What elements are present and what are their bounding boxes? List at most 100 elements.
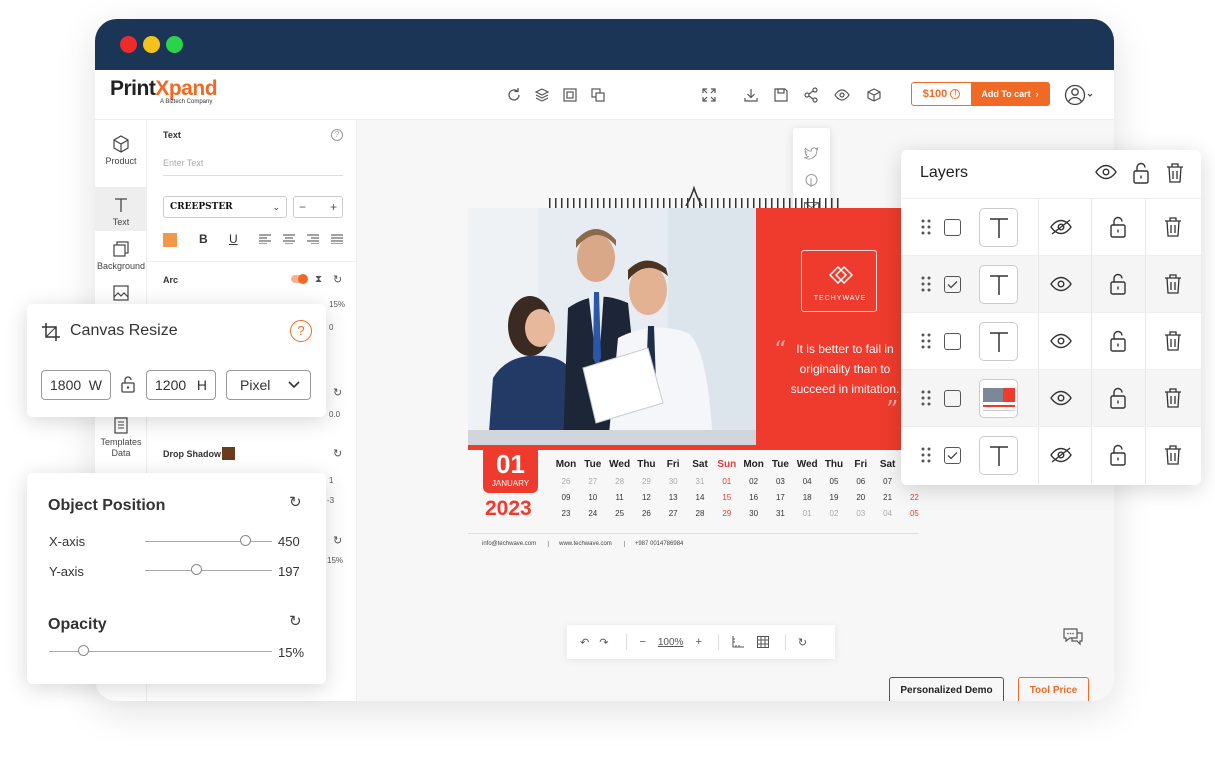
3d-view-icon[interactable] [865,86,883,104]
height-input[interactable]: 1200 H [146,370,216,400]
price-badge[interactable]: $100 ! [912,83,971,105]
eye-icon[interactable] [1050,276,1072,292]
drag-handle-icon[interactable] [921,219,931,235]
share-icon[interactable] [802,86,820,104]
zoom-out-icon[interactable]: − [639,636,645,648]
user-avatar-icon[interactable] [1064,83,1093,107]
trash-icon[interactable] [1164,216,1182,238]
calendar-design[interactable]: TECHYWAVE “ It is better to fail in orig… [468,183,958,563]
shadow-color-swatch[interactable] [222,447,235,460]
add-to-cart-button[interactable]: Add To cart › [971,83,1049,105]
rail-item-text[interactable]: Text [95,187,147,231]
justify-icon[interactable] [331,234,343,244]
rail-item-product[interactable]: Product [95,134,147,166]
unlock-icon[interactable] [1109,444,1127,466]
zoom-level[interactable]: 100% [658,637,684,648]
refresh-icon[interactable] [505,86,523,104]
unlock-icon[interactable] [1109,273,1127,295]
layer-checkbox[interactable] [944,447,961,464]
redo-icon[interactable]: ↷ [599,636,608,649]
minus-icon[interactable]: − [299,200,306,214]
plus-icon[interactable]: + [330,200,337,214]
unlock-all-icon[interactable] [1132,162,1150,184]
reset-icon[interactable]: ↻ [333,386,342,399]
hourglass-icon[interactable]: ⧗ [315,274,322,285]
reset-opacity-icon[interactable]: ↻ [289,612,302,630]
reset-arc-icon[interactable]: ↻ [333,273,342,286]
fullscreen-icon[interactable] [700,86,718,104]
group-icon[interactable] [561,86,579,104]
ungroup-icon[interactable] [589,86,607,104]
reset-position-icon[interactable]: ↻ [289,493,302,511]
trash-icon[interactable] [1164,444,1182,466]
layer-row[interactable] [901,369,1201,427]
reset-opacity-icon[interactable]: ↻ [333,534,342,547]
text-color-swatch[interactable] [163,233,177,247]
chat-support-icon[interactable] [1061,625,1085,647]
rail-item-background[interactable]: Background [95,239,147,271]
align-right-icon[interactable] [307,234,319,244]
rail-item-templates-data[interactable]: Templates Data [95,415,147,459]
align-left-icon[interactable] [259,234,271,244]
trash-all-icon[interactable] [1166,162,1184,184]
close-dot[interactable] [120,36,137,53]
y-axis-slider[interactable] [145,570,272,571]
text-input[interactable]: Enter Text [163,150,343,176]
font-select[interactable]: CREEPSTER ⌄ [163,196,287,218]
preview-eye-icon[interactable] [833,86,851,104]
layers-stack-icon[interactable] [533,86,551,104]
trash-icon[interactable] [1164,330,1182,352]
reset-shadow-icon[interactable]: ↻ [333,447,342,460]
layer-row[interactable] [901,426,1201,484]
minimize-dot[interactable] [143,36,160,53]
unlock-icon[interactable] [1109,387,1127,409]
help-icon[interactable]: ? [290,320,312,342]
aspect-lock-icon[interactable] [120,375,136,393]
undo-icon[interactable]: ↶ [580,636,589,649]
eye-icon[interactable] [1050,333,1072,349]
drag-handle-icon[interactable] [921,447,931,463]
align-center-icon[interactable] [283,234,295,244]
underline-icon[interactable]: U [229,232,238,246]
layer-row[interactable] [901,198,1201,256]
zoom-in-icon[interactable]: + [695,636,701,648]
layer-checkbox[interactable] [944,390,961,407]
tool-price-button[interactable]: Tool Price [1018,677,1089,701]
weekday-header: Sat [879,459,896,470]
maximize-dot[interactable] [166,36,183,53]
twitter-icon[interactable] [804,147,819,160]
font-size-stepper[interactable]: − + [293,196,343,218]
eye-all-icon[interactable] [1095,164,1117,180]
help-icon[interactable]: ? [331,129,343,141]
drag-handle-icon[interactable] [921,390,931,406]
drag-handle-icon[interactable] [921,276,931,292]
trash-icon[interactable] [1164,273,1182,295]
trash-icon[interactable] [1164,387,1182,409]
ruler-icon[interactable] [732,636,744,648]
eye-off-icon[interactable] [1050,447,1072,463]
reset-view-icon[interactable]: ↻ [798,636,807,649]
eye-icon[interactable] [1050,390,1072,406]
x-axis-knob[interactable] [240,535,251,546]
y-axis-knob[interactable] [191,564,202,575]
layer-row[interactable] [901,312,1201,370]
personalized-demo-button[interactable]: Personalized Demo [889,677,1004,701]
layer-checkbox[interactable] [944,333,961,350]
eye-off-icon[interactable] [1050,219,1072,235]
download-icon[interactable] [742,86,760,104]
opacity-knob[interactable] [78,645,89,656]
x-axis-slider[interactable] [145,541,272,542]
arc-toggle[interactable] [291,274,308,284]
layer-checkbox[interactable] [944,276,961,293]
width-input[interactable]: 1800 W [41,370,111,400]
bold-icon[interactable]: B [199,232,208,246]
unlock-icon[interactable] [1109,330,1127,352]
unlock-icon[interactable] [1109,216,1127,238]
rail-item-image[interactable] [95,283,147,305]
layer-row[interactable] [901,255,1201,313]
grid-icon[interactable] [756,636,769,648]
unit-select[interactable]: Pixel [226,370,311,400]
save-icon[interactable] [772,86,790,104]
layer-checkbox[interactable] [944,219,961,236]
drag-handle-icon[interactable] [921,333,931,349]
